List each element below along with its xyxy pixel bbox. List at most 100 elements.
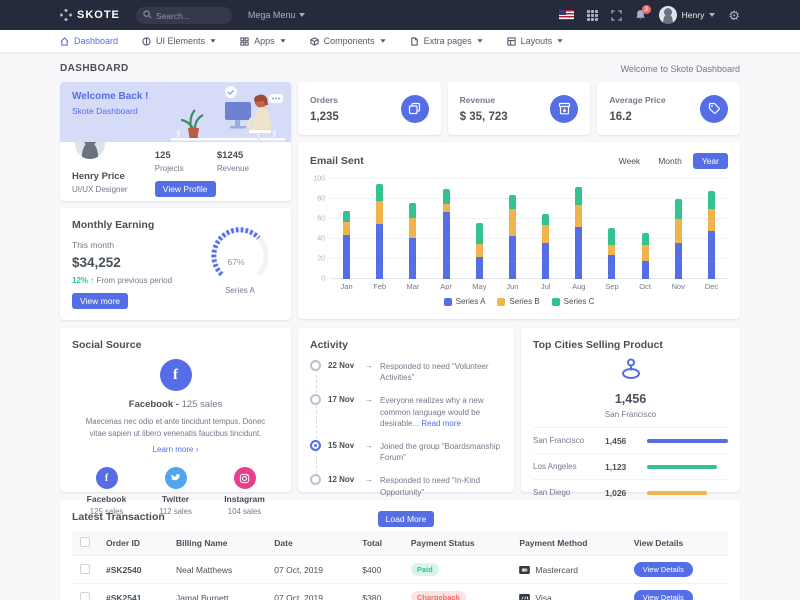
revenue-title: Revenue xyxy=(460,95,508,105)
instagram-sales: 104 sales xyxy=(210,507,279,516)
nav-item-apps[interactable]: Apps xyxy=(240,36,286,46)
bar-stack xyxy=(675,199,682,279)
year-button[interactable]: Year xyxy=(693,153,728,169)
nav-item-ui-elements[interactable]: UI Elements xyxy=(142,36,216,46)
notifications-bell-icon[interactable]: 3 xyxy=(635,9,646,21)
skote-dashboard-screen: SKOTE Mega Menu 3 xyxy=(0,0,800,600)
layouts-icon xyxy=(507,37,516,46)
bar-stack xyxy=(542,214,549,279)
activity-item: 17 Nov → Everyone realizes why a new com… xyxy=(310,394,502,429)
y-axis-tick: 100 xyxy=(313,176,325,183)
read-more-link[interactable]: Read more xyxy=(421,419,461,428)
bar-segment-series-a xyxy=(675,243,682,279)
bar-segment-series-a xyxy=(608,255,615,279)
header-payment-status: Payment Status xyxy=(403,531,512,556)
arrow-right-icon: → xyxy=(365,361,373,370)
twitter-item[interactable]: Twitter 112 sales xyxy=(141,467,210,516)
nav-item-extra-pages[interactable]: Extra pages xyxy=(410,36,483,46)
welcome-profile: Henry Price UI/UX Designer xyxy=(72,142,155,197)
monthly-earning-title: Monthly Earning xyxy=(72,219,201,231)
view-profile-button[interactable]: View Profile xyxy=(155,181,216,197)
welcome-stats: 125 Projects $1245 Revenue View Profile xyxy=(155,142,279,197)
top-city-name: San Francisco xyxy=(533,410,728,419)
skote-logo-icon xyxy=(60,9,72,21)
city-value: 1,456 xyxy=(605,436,647,446)
x-axis-label: Aug xyxy=(562,282,595,291)
legend-item[interactable]: Series A xyxy=(444,297,486,306)
bar-segment-series-c xyxy=(708,191,715,209)
legend-swatch xyxy=(552,298,560,306)
activity-date: 15 Nov xyxy=(328,441,358,450)
load-more-button[interactable]: Load More xyxy=(378,511,435,527)
apps-grid-icon[interactable] xyxy=(587,10,598,21)
period-button-group: Week Month Year xyxy=(612,153,728,169)
view-details-button[interactable]: View Details xyxy=(634,562,693,577)
settings-gear-icon[interactable]: ⚙ xyxy=(728,9,740,22)
facebook-item[interactable]: f Facebook 125 sales xyxy=(72,467,141,516)
learn-more-link[interactable]: Learn more › xyxy=(153,445,199,454)
week-button[interactable]: Week xyxy=(612,154,648,168)
topbar-left: SKOTE Mega Menu xyxy=(60,6,305,25)
nav-item-dashboard[interactable]: Dashboard xyxy=(60,36,118,46)
twitter-name: Twitter xyxy=(141,494,210,504)
row-checkbox[interactable] xyxy=(80,592,90,600)
activity-timeline: 22 Nov → Responded to need “Volunteer Ac… xyxy=(310,360,502,498)
mega-menu-button[interactable]: Mega Menu xyxy=(248,10,306,20)
month-button[interactable]: Month xyxy=(651,154,689,168)
bar-column xyxy=(662,179,695,279)
chevron-down-icon xyxy=(211,39,216,42)
orders-value: 1,235 xyxy=(310,111,339,123)
nav-label: Dashboard xyxy=(74,36,118,46)
bar-stack xyxy=(409,203,416,279)
bar-column xyxy=(562,179,595,279)
user-menu[interactable]: Henry xyxy=(659,6,716,24)
welcome-card-body: Henry Price UI/UX Designer 125 Projects xyxy=(60,142,291,197)
bar-segment-series-a xyxy=(409,238,416,279)
components-icon xyxy=(310,37,319,46)
header-total: Total xyxy=(354,531,403,556)
bar-segment-series-a xyxy=(376,224,383,279)
city-row: San Francisco 1,456 xyxy=(533,427,728,453)
activity-text: Responded to need “Volunteer Activities” xyxy=(380,361,502,383)
view-more-button[interactable]: View more xyxy=(72,293,128,309)
instagram-name: Instagram xyxy=(210,494,279,504)
dashboard-row-2: Social Source f Facebook - 125 sales Mae… xyxy=(60,328,740,492)
change-note: From previous period xyxy=(96,276,172,285)
y-axis-tick: 20 xyxy=(317,256,325,263)
topbar-search xyxy=(136,6,232,25)
select-all-checkbox[interactable] xyxy=(80,537,90,547)
table-row: #SK2540 Neal Matthews 07 Oct, 2019 $400 … xyxy=(72,556,728,584)
bar-segment-series-b xyxy=(443,204,450,212)
learn-more-label: Learn more xyxy=(153,445,194,454)
archive-icon xyxy=(550,95,578,123)
arrow-right-icon: → xyxy=(365,441,373,450)
nav-item-components[interactable]: Components xyxy=(310,36,386,46)
timeline-circle-icon xyxy=(310,474,321,485)
timeline-circle-icon xyxy=(310,394,321,405)
row-checkbox[interactable] xyxy=(80,564,90,574)
bar-segment-series-b xyxy=(542,225,549,243)
fullscreen-icon[interactable] xyxy=(611,10,622,21)
legend-item[interactable]: Series B xyxy=(497,297,539,306)
main-nav: Dashboard UI Elements Apps Components Ex… xyxy=(0,30,800,52)
transaction-billing-name: Jamal Burnett xyxy=(168,584,266,600)
welcome-illustration xyxy=(169,84,287,142)
view-details-button[interactable]: View Details xyxy=(634,590,693,600)
bar-column xyxy=(595,179,628,279)
brand-logo[interactable]: SKOTE xyxy=(60,9,120,21)
bar-segment-series-c xyxy=(376,184,383,201)
city-row: Los Angeles 1,123 xyxy=(533,453,728,479)
chevron-down-icon xyxy=(280,39,285,42)
x-axis-label: Oct xyxy=(629,282,662,291)
legend-item[interactable]: Series C xyxy=(552,297,595,306)
city-value: 1,123 xyxy=(605,462,647,472)
bar-segment-series-c xyxy=(409,203,416,218)
instagram-item[interactable]: Instagram 104 sales xyxy=(210,467,279,516)
average-price-title: Average Price xyxy=(609,95,665,105)
email-sent-title: Email Sent xyxy=(310,155,364,167)
top-city-total: 1,456 xyxy=(533,392,728,406)
nav-item-layouts[interactable]: Layouts xyxy=(507,36,564,46)
language-flag-icon[interactable] xyxy=(559,10,574,20)
page-content: DASHBOARD Welcome to Skote Dashboard Wel… xyxy=(0,52,800,600)
bar-stack xyxy=(509,195,516,279)
